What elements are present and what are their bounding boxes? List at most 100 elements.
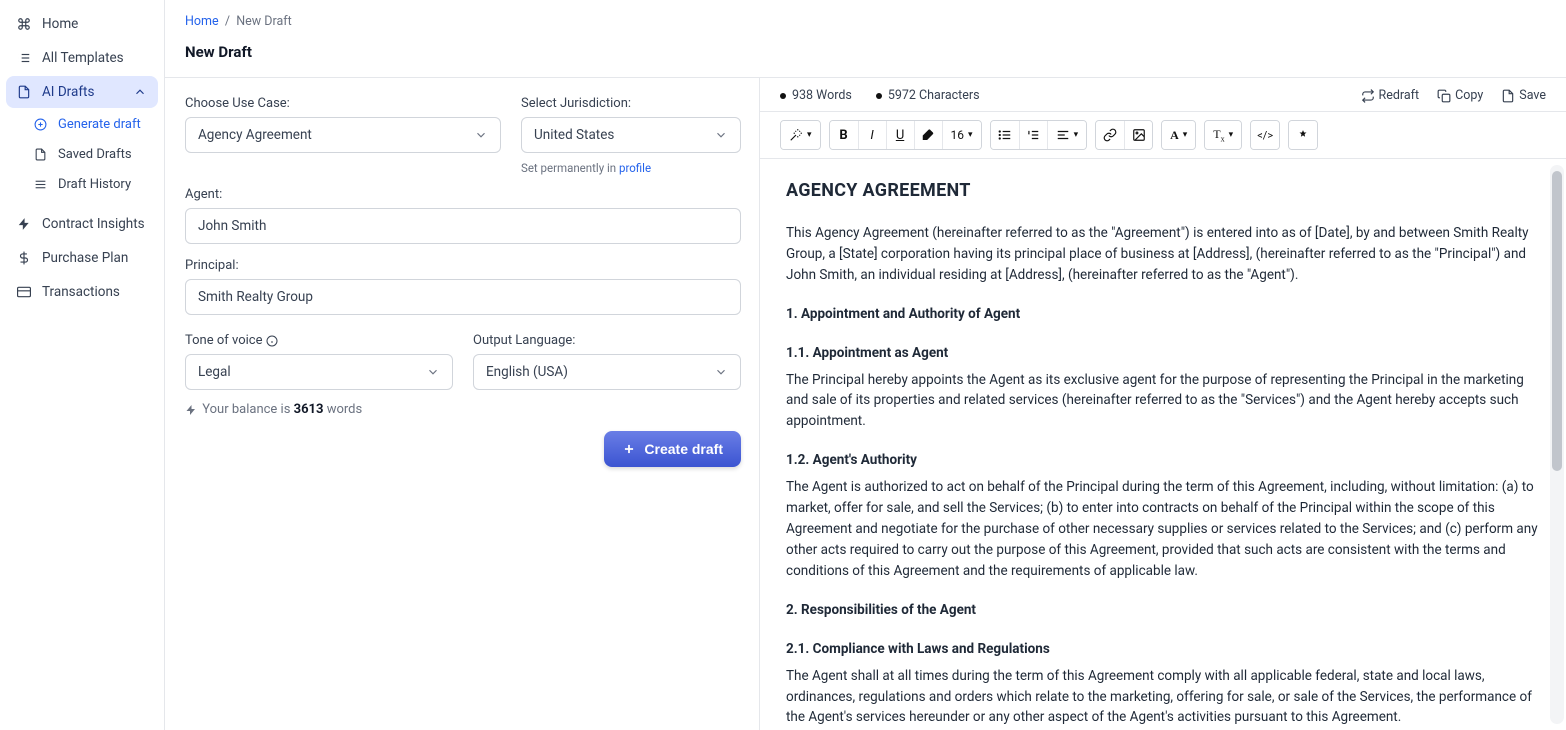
font-size-select[interactable]: 16▾ bbox=[942, 121, 981, 149]
profile-link[interactable]: profile bbox=[619, 161, 651, 175]
principal-label: Principal: bbox=[185, 258, 741, 273]
doc-h-12: 1.2. Agent's Authority bbox=[786, 450, 1540, 471]
list-icon bbox=[16, 50, 32, 66]
doc-h-21: 2.1. Compliance with Laws and Regulation… bbox=[786, 639, 1540, 660]
sidebar-sub-ai-drafts: Generate draft Saved Drafts Draft Histor… bbox=[6, 110, 158, 198]
balance-text: Your balance is 3613 words bbox=[185, 402, 741, 417]
doc-p-11: The Principal hereby appoints the Agent … bbox=[786, 370, 1540, 433]
chevron-down-icon bbox=[426, 365, 440, 379]
chevron-down-icon bbox=[714, 128, 728, 142]
doc-title: AGENCY AGREEMENT bbox=[786, 177, 1540, 205]
font-color-button[interactable]: A▾ bbox=[1162, 121, 1195, 149]
highlight-button[interactable] bbox=[1289, 121, 1317, 149]
word-count: 938 Words bbox=[792, 88, 852, 103]
doc-p-12: The Agent is authorized to act on behalf… bbox=[786, 477, 1540, 582]
link-icon bbox=[1103, 128, 1117, 142]
chevron-up-icon bbox=[132, 84, 148, 100]
create-draft-button[interactable]: Create draft bbox=[604, 431, 741, 467]
breadcrumb: Home / New Draft bbox=[165, 0, 1566, 33]
sidebar-item-label: Purchase Plan bbox=[42, 250, 128, 266]
card-icon bbox=[16, 284, 32, 300]
sidebar-item-label: Transactions bbox=[42, 284, 120, 300]
bolt-icon bbox=[185, 404, 197, 416]
underline-button[interactable]: U bbox=[886, 121, 914, 149]
char-count: 5972 Characters bbox=[888, 88, 980, 103]
link-button[interactable] bbox=[1096, 121, 1124, 149]
image-button[interactable] bbox=[1124, 121, 1152, 149]
eraser-icon bbox=[921, 128, 935, 142]
sidebar-item-home[interactable]: Home bbox=[6, 8, 158, 40]
breadcrumb-sep: / bbox=[222, 14, 236, 29]
sidebar-item-ai-drafts[interactable]: AI Drafts bbox=[6, 76, 158, 108]
code-button[interactable]: </> bbox=[1251, 121, 1279, 149]
scrollbar-vertical[interactable] bbox=[1550, 165, 1564, 724]
ul-button[interactable] bbox=[991, 121, 1019, 149]
editor-stats: 938 Words 5972 Characters bbox=[780, 88, 980, 103]
redraft-button[interactable]: Redraft bbox=[1361, 88, 1420, 103]
agent-label: Agent: bbox=[185, 187, 741, 202]
scroll-thumb[interactable] bbox=[1552, 171, 1562, 471]
create-draft-label: Create draft bbox=[644, 441, 723, 457]
text-format-button[interactable]: Tx▾ bbox=[1205, 121, 1241, 149]
refresh-icon bbox=[1361, 89, 1375, 103]
bold-button[interactable]: B bbox=[830, 121, 858, 149]
jurisdiction-value: United States bbox=[534, 127, 614, 143]
highlight-icon bbox=[1296, 128, 1310, 142]
file-icon bbox=[1501, 89, 1515, 103]
sidebar-item-purchase-plan[interactable]: Purchase Plan bbox=[6, 242, 158, 274]
save-button[interactable]: Save bbox=[1501, 88, 1546, 103]
document-icon bbox=[16, 84, 32, 100]
sidebar-item-label: Generate draft bbox=[58, 117, 141, 132]
sidebar-item-templates[interactable]: All Templates bbox=[6, 42, 158, 74]
jurisdiction-select[interactable]: United States bbox=[521, 117, 741, 153]
doc-h-11: 1.1. Appointment as Agent bbox=[786, 343, 1540, 364]
align-button[interactable]: ▾ bbox=[1047, 121, 1087, 149]
jurisdiction-label: Select Jurisdiction: bbox=[521, 96, 741, 111]
editor-panel: 938 Words 5972 Characters Redraft Copy bbox=[760, 78, 1566, 730]
sidebar-item-label: All Templates bbox=[42, 50, 124, 66]
doc-p-21: The Agent shall at all times during the … bbox=[786, 666, 1540, 729]
lang-select[interactable]: English (USA) bbox=[473, 354, 741, 390]
sidebar-item-contract-insights[interactable]: Contract Insights bbox=[6, 208, 158, 240]
list-ol-icon bbox=[1026, 128, 1040, 142]
sidebar: Home All Templates AI Drafts bbox=[0, 0, 165, 730]
copy-button[interactable]: Copy bbox=[1437, 88, 1483, 103]
sidebar-item-transactions[interactable]: Transactions bbox=[6, 276, 158, 308]
wand-icon bbox=[789, 128, 803, 142]
italic-button[interactable]: I bbox=[858, 121, 886, 149]
breadcrumb-home-link[interactable]: Home bbox=[185, 14, 219, 29]
doc-intro: This Agency Agreement (hereinafter refer… bbox=[786, 223, 1540, 286]
sidebar-item-label: Draft History bbox=[58, 177, 131, 192]
use-case-select[interactable]: Agency Agreement bbox=[185, 117, 501, 153]
sidebar-item-generate-draft[interactable]: Generate draft bbox=[24, 110, 158, 138]
image-icon bbox=[1132, 128, 1146, 142]
chevron-down-icon bbox=[474, 128, 488, 142]
agent-input[interactable]: John Smith bbox=[185, 208, 741, 244]
info-icon bbox=[266, 335, 278, 347]
document-icon bbox=[32, 146, 48, 162]
sidebar-item-label: AI Drafts bbox=[42, 84, 94, 100]
dollar-icon bbox=[16, 250, 32, 266]
bolt-icon bbox=[16, 216, 32, 232]
ol-button[interactable] bbox=[1019, 121, 1047, 149]
doc-h-2: 2. Responsibilities of the Agent bbox=[786, 600, 1540, 621]
breadcrumb-current: New Draft bbox=[236, 14, 291, 29]
editor-toolbar: ▾ B I U 16▾ ▾ bbox=[760, 112, 1566, 159]
plus-circle-icon bbox=[32, 116, 48, 132]
menu-icon bbox=[32, 176, 48, 192]
list-ul-icon bbox=[998, 128, 1012, 142]
sidebar-item-label: Home bbox=[42, 16, 78, 32]
copy-icon bbox=[1437, 89, 1451, 103]
tone-label: Tone of voice bbox=[185, 333, 453, 348]
principal-input[interactable]: Smith Realty Group bbox=[185, 279, 741, 315]
sidebar-item-draft-history[interactable]: Draft History bbox=[24, 170, 158, 198]
eraser-button[interactable] bbox=[914, 121, 942, 149]
tone-select[interactable]: Legal bbox=[185, 354, 453, 390]
magic-button[interactable]: ▾ bbox=[781, 121, 820, 149]
jurisdiction-hint: Set permanently in profile bbox=[521, 161, 741, 175]
principal-value: Smith Realty Group bbox=[198, 289, 313, 305]
doc-h-1: 1. Appointment and Authority of Agent bbox=[786, 304, 1540, 325]
document-body[interactable]: AGENCY AGREEMENT This Agency Agreement (… bbox=[760, 159, 1566, 730]
use-case-value: Agency Agreement bbox=[198, 127, 312, 143]
sidebar-item-saved-drafts[interactable]: Saved Drafts bbox=[24, 140, 158, 168]
